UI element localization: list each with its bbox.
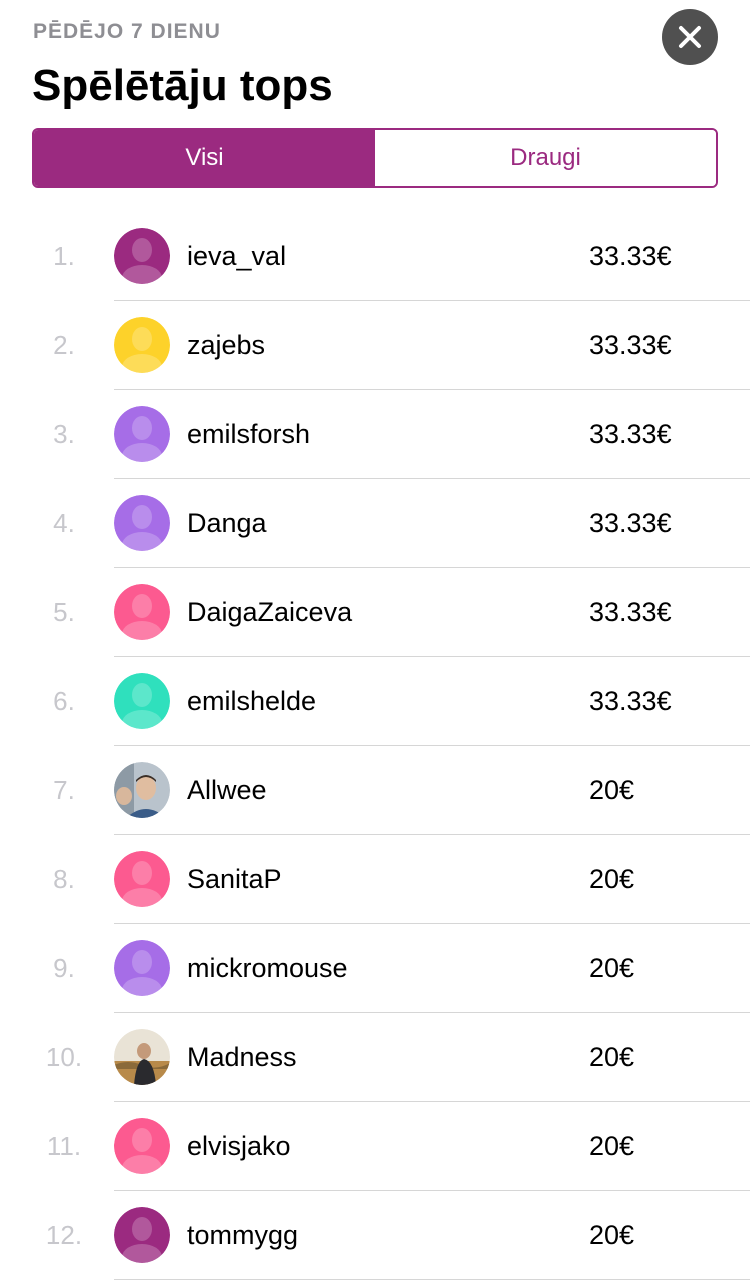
winnings-amount: 33.33€ <box>589 508 672 538</box>
leaderboard-row[interactable]: 11. elvisjako 20€ <box>0 1102 750 1191</box>
leaderboard-row[interactable]: 2. zajebs 33.33€ <box>0 301 750 390</box>
player-name: tommygg <box>187 1220 299 1250</box>
rank-number: 3. <box>53 419 75 449</box>
rank-number: 4. <box>53 508 75 538</box>
player-name: zajebs <box>187 330 266 360</box>
avatar[interactable] <box>114 495 170 551</box>
player-name: Allwee <box>187 775 267 805</box>
person-silhouette-icon <box>114 940 170 996</box>
rank-number: 5. <box>53 597 75 627</box>
leaderboard-row[interactable]: 12. tommygg 20€ <box>0 1191 750 1280</box>
close-icon <box>678 25 702 49</box>
winnings-amount: 20€ <box>589 1220 635 1250</box>
avatar[interactable] <box>114 406 170 462</box>
avatar[interactable] <box>114 1118 170 1174</box>
person-silhouette-icon <box>114 228 170 284</box>
person-silhouette-icon <box>114 851 170 907</box>
avatar[interactable] <box>114 317 170 373</box>
user-photo-icon <box>114 1029 170 1085</box>
winnings-amount: 20€ <box>589 775 635 805</box>
winnings-amount: 33.33€ <box>589 241 672 271</box>
winnings-amount: 33.33€ <box>589 597 672 627</box>
user-photo-icon <box>114 762 170 818</box>
rank-number: 6. <box>53 686 75 716</box>
leaderboard-row[interactable]: 7. Allwee 20€ <box>0 746 750 835</box>
player-name: emilshelde <box>187 686 317 716</box>
rank-number: 11. <box>46 1131 82 1161</box>
rank-number: 1. <box>53 241 75 271</box>
row-divider <box>114 1279 750 1280</box>
avatar[interactable] <box>114 940 170 996</box>
avatar[interactable] <box>114 584 170 640</box>
player-name: SanitaP <box>187 864 282 894</box>
person-silhouette-icon <box>114 317 170 373</box>
avatar[interactable] <box>114 1207 170 1263</box>
player-name: ieva_val <box>187 241 287 271</box>
winnings-amount: 33.33€ <box>589 686 672 716</box>
leaderboard-row[interactable]: 3. emilsforsh 33.33€ <box>0 390 750 479</box>
avatar[interactable] <box>114 851 170 907</box>
player-name: mickromouse <box>187 953 348 983</box>
rank-number: 8. <box>53 864 75 894</box>
winnings-amount: 20€ <box>589 1042 635 1072</box>
tab-all[interactable]: Visi <box>34 130 375 186</box>
leaderboard-row[interactable]: 5. DaigaZaiceva 33.33€ <box>0 568 750 657</box>
leaderboard-list: 1. ieva_val 33.33€ 2. zajebs 33.33€ 3. emilsfor… <box>0 212 750 1280</box>
rank-number: 10. <box>45 1042 83 1072</box>
avatar-photo[interactable] <box>114 1029 170 1085</box>
period-label: PĒDĒJO 7 DIENU <box>33 20 221 43</box>
leaderboard-row[interactable]: 10. Madness 20€ <box>0 1013 750 1102</box>
leaderboard-row[interactable]: 8. SanitaP 20€ <box>0 835 750 924</box>
page-title: Spēlētāju tops <box>32 61 333 110</box>
player-name: Madness <box>187 1042 297 1072</box>
rank-number: 7. <box>53 775 75 805</box>
segmented-control: Visi Draugi <box>32 128 718 188</box>
avatar[interactable] <box>114 228 170 284</box>
player-name: elvisjako <box>187 1131 291 1161</box>
player-name: emilsforsh <box>187 419 311 449</box>
person-silhouette-icon <box>114 584 170 640</box>
winnings-amount: 33.33€ <box>589 330 672 360</box>
leaderboard-row[interactable]: 9. mickromouse 20€ <box>0 924 750 1013</box>
winnings-amount: 20€ <box>589 953 635 983</box>
leaderboard-row[interactable]: 4. Danga 33.33€ <box>0 479 750 568</box>
leaderboard-row[interactable]: 1. ieva_val 33.33€ <box>0 212 750 301</box>
person-silhouette-icon <box>114 1118 170 1174</box>
player-name: Danga <box>187 508 267 538</box>
close-button[interactable] <box>662 9 718 65</box>
player-name: DaigaZaiceva <box>187 597 353 627</box>
winnings-amount: 20€ <box>589 1131 635 1161</box>
person-silhouette-icon <box>114 495 170 551</box>
winnings-amount: 33.33€ <box>589 419 672 449</box>
person-silhouette-icon <box>114 406 170 462</box>
rank-number: 9. <box>53 953 75 983</box>
rank-number: 12. <box>45 1220 83 1250</box>
rank-number: 2. <box>53 330 75 360</box>
avatar-photo[interactable] <box>114 762 170 818</box>
person-silhouette-icon <box>114 1207 170 1263</box>
avatar[interactable] <box>114 673 170 729</box>
winnings-amount: 20€ <box>589 864 635 894</box>
person-silhouette-icon <box>114 673 170 729</box>
tab-friends[interactable]: Draugi <box>375 130 716 186</box>
leaderboard-row[interactable]: 6. emilshelde 33.33€ <box>0 657 750 746</box>
